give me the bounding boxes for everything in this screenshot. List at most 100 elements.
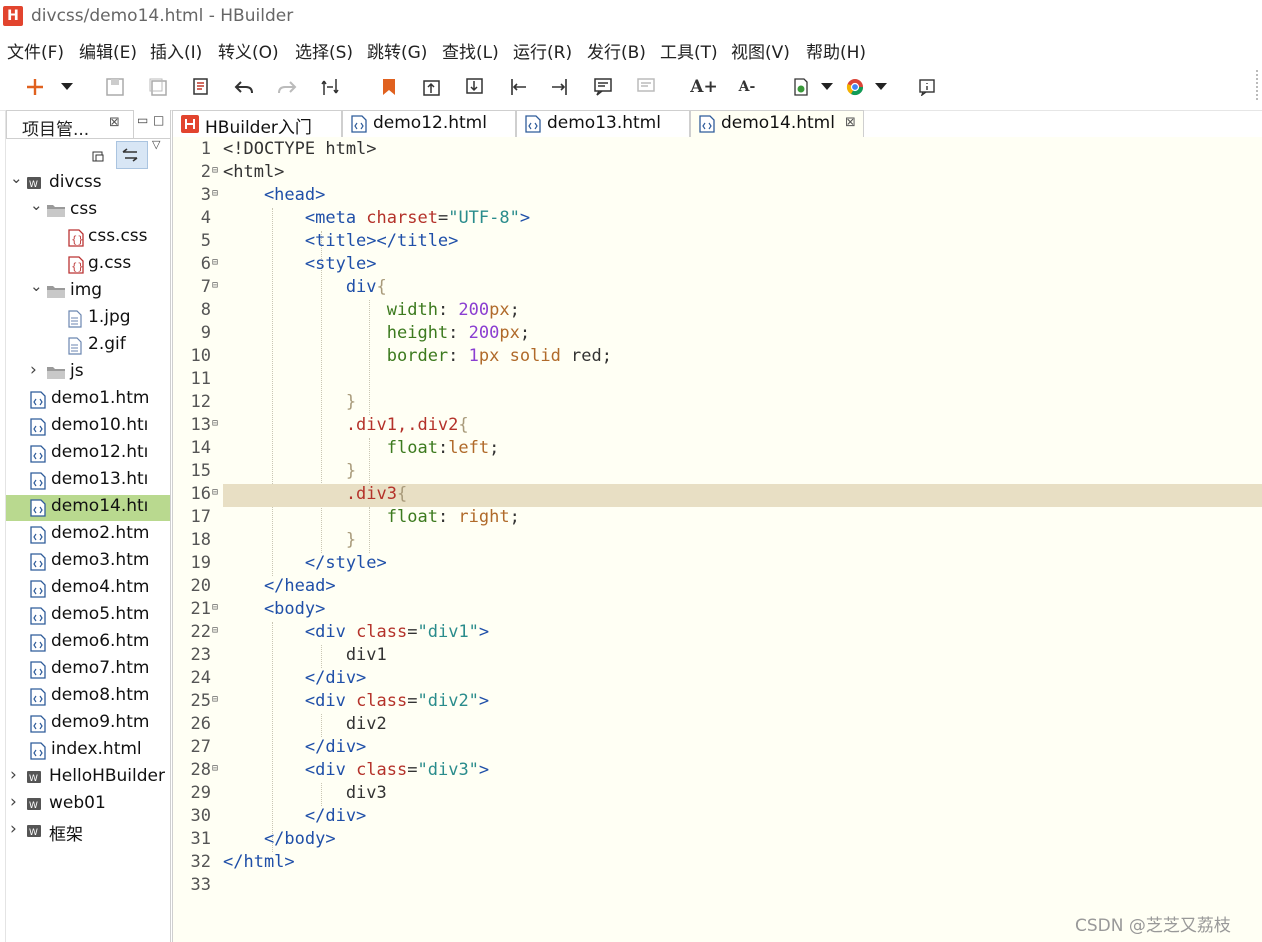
chevron-right-icon[interactable]: › xyxy=(30,360,37,380)
tree-item[interactable]: demo1.htm xyxy=(6,387,170,413)
css-file-icon: {} xyxy=(68,229,84,252)
tree-item[interactable]: 1.jpg xyxy=(6,306,170,332)
menu-help[interactable]: 帮助(H) xyxy=(806,38,866,63)
tree-item[interactable]: demo2.htm xyxy=(6,522,170,548)
tree-item[interactable]: ⌄ css xyxy=(6,196,170,224)
menu-tools[interactable]: 工具(T) xyxy=(660,38,718,63)
tree-item[interactable]: demo7.htm xyxy=(6,657,170,683)
tree-item[interactable]: index.html xyxy=(6,738,170,764)
save-all-icon[interactable] xyxy=(145,74,171,100)
close-icon[interactable]: ⊠ xyxy=(845,115,856,130)
font-increase-icon[interactable]: A+ xyxy=(690,74,717,100)
html-file-icon xyxy=(30,553,46,576)
line-number: 29 xyxy=(190,783,211,803)
menu-run[interactable]: 运行(R) xyxy=(513,38,572,63)
code-editor[interactable]: 1 <!DOCTYPE html> 2 ⊟ <html> 3 ⊟ <head> 4 <meta… xyxy=(172,137,1262,942)
chevron-right-icon[interactable]: › xyxy=(10,765,17,785)
info-icon[interactable] xyxy=(914,74,940,100)
format-icon[interactable] xyxy=(188,74,214,100)
new-dropdown-icon[interactable] xyxy=(54,74,80,100)
comment-icon[interactable] xyxy=(590,74,616,100)
fold-icon[interactable]: ⊟ xyxy=(212,257,218,268)
goto-top-icon[interactable] xyxy=(419,74,445,100)
svg-text:{}: {} xyxy=(71,235,84,246)
tree-item[interactable]: demo12.htı xyxy=(6,441,170,467)
chevron-down-icon[interactable]: ⌄ xyxy=(10,169,23,187)
fold-icon[interactable]: ⊟ xyxy=(212,165,218,176)
code-token: { xyxy=(376,277,387,297)
tab-hbuilder-intro[interactable]: HBuilder入门 xyxy=(172,110,342,138)
view-menu-icon[interactable]: ▽ xyxy=(152,138,160,151)
maximize-icon[interactable]: □ xyxy=(153,113,164,127)
tab-demo14[interactable]: demo14.html ⊠ xyxy=(690,110,864,138)
tree-item[interactable]: demo9.htm xyxy=(6,711,170,737)
menu-find[interactable]: 查找(L) xyxy=(442,38,499,63)
tree-item[interactable]: 2.gif xyxy=(6,333,170,359)
menu-goto[interactable]: 跳转(G) xyxy=(367,38,427,63)
project-manager-tab[interactable]: 项目管... ⊠ xyxy=(6,110,134,140)
menu-view[interactable]: 视图(V) xyxy=(731,38,790,63)
toolbar-grip[interactable] xyxy=(1256,70,1258,102)
save-icon[interactable] xyxy=(102,74,128,100)
line-number: 16 xyxy=(190,484,211,504)
tree-item[interactable]: demo3.htm xyxy=(6,549,170,575)
bookmark-icon[interactable] xyxy=(376,74,402,100)
tree-item[interactable]: {} g.css xyxy=(6,252,170,278)
tree-item[interactable]: demo13.htı xyxy=(6,468,170,494)
collapse-all-icon[interactable] xyxy=(92,148,106,167)
chevron-down-icon[interactable]: ⌄ xyxy=(30,196,43,214)
browser-icon[interactable] xyxy=(842,74,868,100)
close-icon[interactable]: ⊠ xyxy=(109,115,120,130)
menu-select[interactable]: 选择(S) xyxy=(295,38,353,63)
redo-icon[interactable] xyxy=(274,74,300,100)
chevron-down-icon[interactable]: ⌄ xyxy=(30,277,43,295)
tree-item-label: demo13.htı xyxy=(51,469,149,489)
tab-label: HBuilder入门 xyxy=(205,118,312,138)
uncomment-icon[interactable] xyxy=(633,74,659,100)
tree-item[interactable]: demo8.htm xyxy=(6,684,170,710)
chevron-right-icon[interactable]: › xyxy=(10,819,17,839)
new-icon[interactable] xyxy=(22,74,48,100)
fold-icon[interactable]: ⊟ xyxy=(212,625,218,636)
fold-icon[interactable]: ⊟ xyxy=(212,602,218,613)
tree-item[interactable]: › W 框架 xyxy=(6,819,170,845)
tree-item[interactable]: {} css.css xyxy=(6,225,170,251)
tree-item[interactable]: › js xyxy=(6,360,170,386)
fold-icon[interactable]: ⊟ xyxy=(212,763,218,774)
tree-item[interactable]: demo10.htı xyxy=(6,414,170,440)
tree-item[interactable]: demo14.htı xyxy=(6,495,170,521)
jump-end-icon[interactable] xyxy=(547,74,573,100)
jump-start-icon[interactable] xyxy=(505,74,531,100)
browser-dropdown-icon[interactable] xyxy=(868,74,894,100)
tree-item[interactable]: › Wweb01 xyxy=(6,792,170,818)
minimize-icon[interactable]: ▭ xyxy=(137,113,148,127)
fold-icon[interactable]: ⊟ xyxy=(212,694,218,705)
tree-item[interactable]: demo6.htm xyxy=(6,630,170,656)
tree-item[interactable]: demo4.htm xyxy=(6,576,170,602)
fold-icon[interactable]: ⊟ xyxy=(212,188,218,199)
run-icon[interactable] xyxy=(788,74,814,100)
link-editor-icon[interactable] xyxy=(116,141,148,169)
folder-icon xyxy=(46,202,66,223)
tree-item[interactable]: ⌄ Wdivcss xyxy=(6,169,170,197)
fold-icon[interactable]: ⊟ xyxy=(212,418,218,429)
fold-icon[interactable]: ⊟ xyxy=(212,487,218,498)
undo-icon[interactable] xyxy=(231,74,257,100)
chevron-right-icon[interactable]: › xyxy=(10,792,17,812)
menu-edit[interactable]: 编辑(E) xyxy=(79,38,137,63)
compare-icon[interactable] xyxy=(317,74,343,100)
tree-item[interactable]: ⌄ img xyxy=(6,277,170,305)
menu-file[interactable]: 文件(F) xyxy=(7,38,64,63)
menu-escape[interactable]: 转义(O) xyxy=(218,38,279,63)
tree-item[interactable]: › W HelloHBuilder xyxy=(6,765,170,791)
tab-demo13[interactable]: demo13.html xyxy=(516,110,690,137)
fold-icon[interactable]: ⊟ xyxy=(212,280,218,291)
run-dropdown-icon[interactable] xyxy=(814,74,840,100)
tree-item[interactable]: demo5.htm xyxy=(6,603,170,629)
tab-demo12[interactable]: demo12.html xyxy=(342,110,516,137)
menu-publish[interactable]: 发行(B) xyxy=(587,38,646,63)
html-file-icon xyxy=(30,580,46,603)
goto-bottom-icon[interactable] xyxy=(462,74,488,100)
menu-insert[interactable]: 插入(I) xyxy=(150,38,202,63)
font-decrease-icon[interactable]: A- xyxy=(734,74,760,100)
